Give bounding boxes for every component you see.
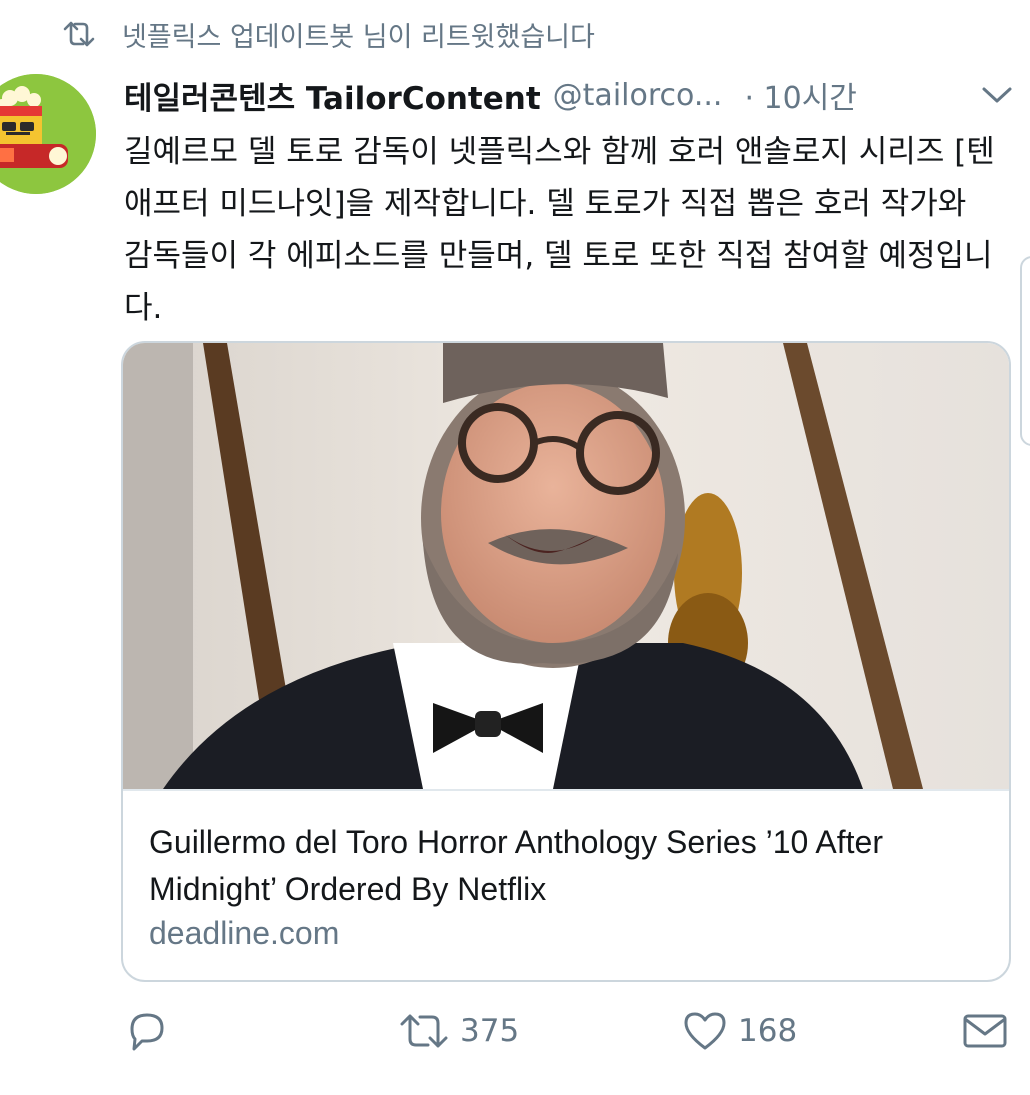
mail-icon [963,1014,1007,1048]
message-button[interactable] [962,1008,1008,1054]
card-title: Guillermo del Toro Horror Anthology Seri… [149,824,883,907]
chevron-down-icon[interactable] [980,78,1014,112]
retweet-button[interactable]: 375 [398,1008,519,1054]
tweet-text: 길예르모 델 토로 감독이 넷플릭스와 함께 호러 앤솔로지 시리즈 [텐 애프… [124,134,995,326]
scrollbar[interactable] [1020,256,1030,446]
tweet-actions: 375 168 [0,1008,1030,1054]
popcorn-avatar-icon[interactable] [0,74,96,194]
user-handle[interactable]: @tailorco... [553,78,723,113]
retweet-context[interactable]: 넷플릭스 업데이트봇 님이 리트윗했습니다 [62,14,595,54]
reply-icon [130,1013,164,1051]
reply-button[interactable] [124,1008,170,1054]
retweet-icon [63,21,95,47]
like-count: 168 [738,1013,798,1049]
card-domain: deadline.com [149,915,340,951]
link-card[interactable]: Guillermo del Toro Horror Anthology Seri… [121,341,1011,982]
tweet-time[interactable]: · 10시간 [744,73,856,117]
tweet-header: 테일러콘텐츠 TailorContent @tailorco... · 10시간 [124,72,1014,118]
retweet-count: 375 [460,1013,520,1049]
card-image [123,343,1009,789]
card-body: Guillermo del Toro Horror Anthology Seri… [123,789,1009,951]
display-name[interactable]: 테일러콘텐츠 TailorContent [124,73,541,118]
retweet-icon [400,1014,448,1048]
heart-icon [684,1012,726,1050]
retweet-context-label: 넷플릭스 업데이트봇 님이 리트윗했습니다 [122,21,595,53]
like-button[interactable]: 168 [682,1008,797,1054]
